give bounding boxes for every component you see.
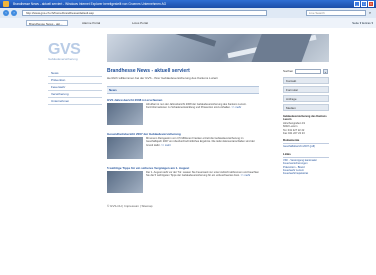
- more-link[interactable]: >> mehr: [161, 144, 171, 147]
- more-link[interactable]: >> mehr: [241, 174, 251, 177]
- page-footer: © GVS-CH | Impressum | Sitemap: [107, 204, 153, 208]
- news-image[interactable]: [107, 171, 143, 193]
- right-sidebar: Suchen » Kontakt Formular Anfrage Medien…: [283, 68, 329, 176]
- external-link[interactable]: Feuerwehrinspektorat: [283, 172, 329, 175]
- favorite-link[interactable]: Lotus Portal: [132, 20, 148, 26]
- news-headline[interactable]: Gesundheitsbericht 2007 der Gebäudeversi…: [107, 132, 259, 136]
- search-label: Suchen: [283, 69, 294, 73]
- close-button[interactable]: ×: [368, 1, 374, 7]
- logo-text: GVS: [48, 41, 81, 58]
- nav-item-unternehmen[interactable]: Unternehmen: [48, 98, 102, 105]
- download-link[interactable]: Geschäftsbericht 2007 (pdf): [283, 145, 329, 148]
- intro-text: Herzlich willkommen bei der GVS - Ihrer …: [107, 76, 219, 80]
- search-go-button[interactable]: »: [323, 69, 328, 74]
- nav-item-news[interactable]: News: [48, 70, 102, 77]
- nav-item-praevention[interactable]: Prävention: [48, 77, 102, 84]
- external-link[interactable]: VKF - Vereinigung kantonaler Feuerversic…: [283, 159, 329, 166]
- downloads-heading: Dokumente: [283, 138, 329, 145]
- news-item: 5 wichtige Tipps für ein sicheres Vergnü…: [107, 166, 259, 196]
- sidebar-button-medien[interactable]: Medien: [283, 104, 329, 111]
- news-headline[interactable]: 5 wichtige Tipps für ein sicheres Vergnü…: [107, 166, 259, 170]
- left-navigation: News Prävention Feuerwehr Versicherung U…: [48, 70, 102, 105]
- news-headline[interactable]: GVS Jahresbericht 2008 ist erschienen: [107, 98, 259, 102]
- main-content: Brandhesse News - aktuell serviert Herzl…: [107, 68, 259, 208]
- site-search: Suchen »: [283, 68, 329, 75]
- more-link[interactable]: >> mehr: [232, 106, 242, 109]
- sidebar-button-kontakt[interactable]: Kontakt: [283, 77, 329, 84]
- address-title: Gebäudeversicherung des Kantons Luzern: [283, 115, 327, 122]
- site-search-input[interactable]: [295, 69, 321, 74]
- header-banner: [107, 34, 329, 62]
- page-title: Brandhesse News - aktuell serviert: [107, 68, 190, 74]
- window-controls: _ □ ×: [354, 1, 374, 7]
- site-logo[interactable]: GVS Gebäudeversicherung: [48, 42, 106, 64]
- address-line: Fax 041 227 22 23: [283, 132, 305, 136]
- news-image[interactable]: [107, 103, 143, 125]
- minimize-button[interactable]: _: [354, 1, 360, 7]
- search-input[interactable]: Live Search: [306, 10, 366, 16]
- maximize-button[interactable]: □: [361, 1, 367, 7]
- window-title: Brandhesse News - aktuell serviert - Win…: [13, 2, 167, 6]
- favorite-link[interactable]: Alarme Portal: [82, 20, 100, 26]
- web-page: GVS Gebäudeversicherung News Prävention …: [0, 28, 376, 275]
- url-input[interactable]: http://www.gvs-ch.ch/home/brandhesse/def…: [22, 10, 267, 16]
- nav-item-feuerwehr[interactable]: Feuerwehr: [48, 84, 102, 91]
- news-image[interactable]: [107, 137, 143, 159]
- address-block: Gebäudeversicherung des Kantons Luzern H…: [283, 115, 329, 135]
- search-icon[interactable]: ⌕: [367, 10, 373, 16]
- forward-button[interactable]: ›: [11, 10, 17, 16]
- nav-item-versicherung[interactable]: Versicherung: [48, 91, 102, 98]
- sidebar-button-anfrage[interactable]: Anfrage: [283, 95, 329, 102]
- news-item: Gesundheitsbericht 2007 der Gebäudeversi…: [107, 132, 259, 162]
- sidebar-button-formular[interactable]: Formular: [283, 86, 329, 93]
- tab-active[interactable]: Brandhesse News - akt...: [26, 20, 68, 26]
- news-item: GVS Jahresbericht 2008 ist erschienen Ab…: [107, 98, 259, 128]
- toolbar-menus[interactable]: Seite ▾ Extras ▾: [352, 20, 373, 26]
- logo-subtitle: Gebäudeversicherung: [48, 57, 78, 61]
- links-heading: Links: [283, 152, 329, 158]
- browser-icon: [3, 1, 9, 7]
- window-titlebar: Brandhesse News - aktuell serviert - Win…: [0, 0, 376, 8]
- section-header: News: [107, 86, 259, 94]
- back-button[interactable]: ‹: [3, 10, 9, 16]
